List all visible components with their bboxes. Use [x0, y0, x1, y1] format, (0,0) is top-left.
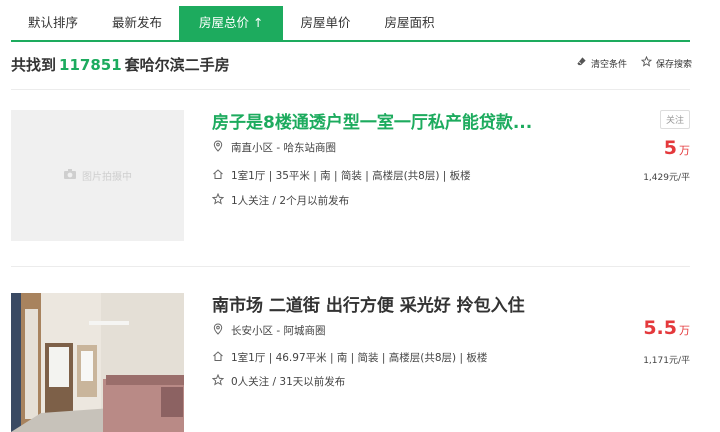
tab-area[interactable]: 房屋面积	[368, 6, 452, 40]
listing-info: 1室1厅 | 46.97平米 | 南 | 简装 | 高楼层(共8层) | 板楼	[212, 350, 487, 365]
location-pin-icon	[212, 323, 224, 338]
clear-filters-button[interactable]: 清空条件	[576, 56, 627, 70]
total-price: 5万	[664, 137, 690, 159]
follow-button[interactable]: 关注	[660, 110, 690, 129]
tab-unit-price[interactable]: 房屋单价	[283, 6, 367, 40]
listing-photo[interactable]	[11, 293, 184, 432]
listing-location: 南直小区 - 哈东站商圈	[212, 140, 336, 155]
camera-icon	[63, 168, 77, 183]
listing-title[interactable]: 房子是8楼通透户型一室一厅私产能贷款...	[212, 108, 532, 133]
tab-default-sort[interactable]: 默认排序	[11, 6, 95, 40]
location-text[interactable]: 长安小区 - 阿城商圈	[231, 323, 325, 338]
unit-price: 1,429元/平	[643, 173, 690, 183]
house-icon	[212, 350, 224, 365]
save-search-label: 保存搜索	[655, 59, 692, 70]
tab-total-price[interactable]: 房屋总价 ↑	[179, 6, 284, 40]
thumbnail-placeholder: 图片拍摄中	[11, 110, 184, 241]
price-value: 5.5	[643, 317, 677, 339]
price-unit: 万	[679, 324, 690, 337]
follow-text: 1人关注 / 2个月以前发布	[231, 195, 350, 207]
result-prefix: 共找到	[11, 56, 57, 74]
placeholder-text: 图片拍摄中	[82, 172, 132, 183]
star-icon	[211, 192, 225, 208]
info-text: 1室1厅 | 35平米 | 南 | 简装 | 高楼层(共8层) | 板楼	[231, 170, 471, 182]
star-icon	[211, 373, 225, 389]
result-suffix: 套哈尔滨二手房	[124, 56, 230, 74]
listing-follow: 1人关注 / 2个月以前发布	[211, 192, 350, 208]
listing-location: 长安小区 - 阿城商圈	[212, 323, 325, 338]
listing-title[interactable]: 南市场 二道街 出行方便 采光好 拎包入住	[212, 291, 525, 316]
price-value: 5	[663, 137, 677, 159]
listing-item: 图片拍摄中 房子是8楼通透户型一室一厅私产能贷款... 南直小区 - 哈东站商圈…	[11, 110, 690, 241]
listing-follow: 0人关注 / 31天以前发布	[211, 373, 346, 389]
save-search-button[interactable]: 保存搜索	[640, 55, 692, 70]
listing-info: 1室1厅 | 35平米 | 南 | 简装 | 高楼层(共8层) | 板楼	[212, 168, 471, 183]
star-icon	[640, 55, 653, 70]
eraser-icon	[576, 56, 587, 70]
result-count: 117851	[59, 56, 122, 74]
price-unit: 万	[679, 144, 690, 157]
unit-price: 1,171元/平	[643, 356, 690, 366]
result-summary: 共找到 117851 套哈尔滨二手房	[11, 54, 230, 75]
info-text: 1室1厅 | 46.97平米 | 南 | 简装 | 高楼层(共8层) | 板楼	[231, 352, 488, 364]
clear-filters-label: 清空条件	[590, 59, 627, 70]
house-icon	[212, 168, 224, 183]
sort-tabs: 默认排序 最新发布 房屋总价 ↑ 房屋单价 房屋面积	[11, 6, 690, 42]
divider	[11, 89, 690, 90]
location-pin-icon	[212, 140, 224, 155]
tab-newest[interactable]: 最新发布	[95, 6, 179, 40]
total-price: 5.5 万	[643, 317, 690, 339]
search-actions: 清空条件 保存搜索	[576, 55, 692, 70]
listing-item: 南市场 二道街 出行方便 采光好 拎包入住 长安小区 - 阿城商圈 1室1厅 |…	[11, 293, 690, 432]
location-text[interactable]: 南直小区 - 哈东站商圈	[231, 140, 336, 155]
follow-text: 0人关注 / 31天以前发布	[231, 376, 346, 388]
divider	[11, 266, 690, 267]
